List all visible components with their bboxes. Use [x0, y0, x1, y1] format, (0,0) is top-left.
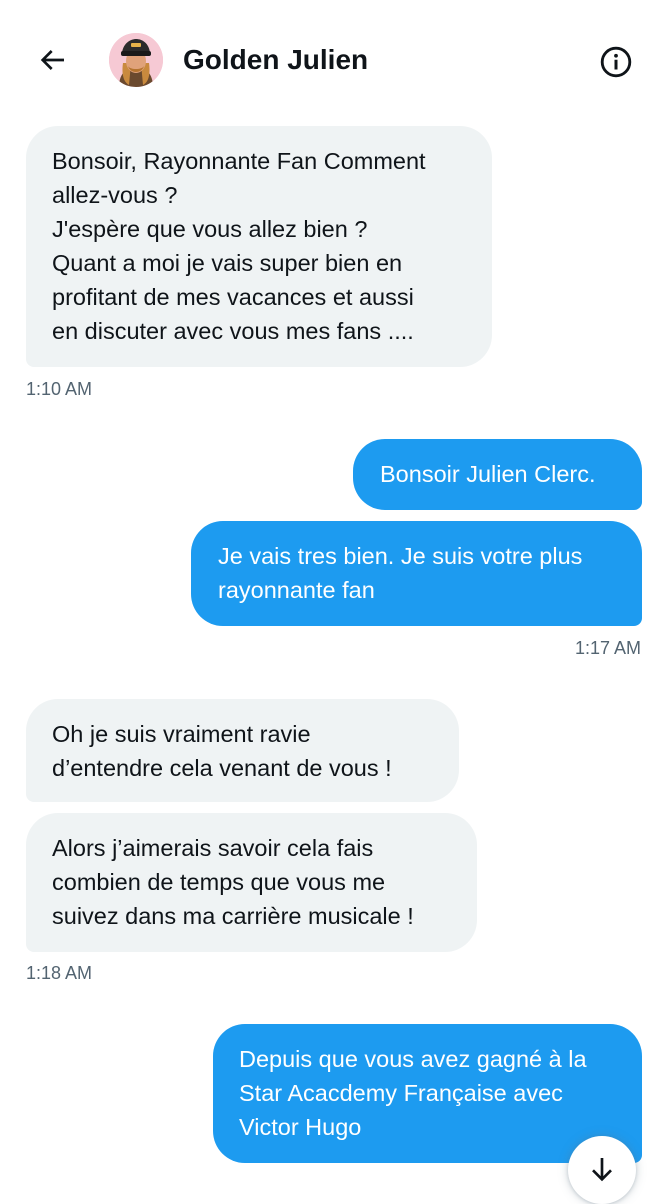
avatar[interactable] — [109, 33, 163, 87]
message-bubble-outgoing[interactable]: Bonsoir Julien Clerc. — [353, 439, 642, 510]
message-bubble-incoming[interactable]: Bonsoir, Rayonnante Fan Comment allez-vo… — [26, 126, 492, 367]
conversation-title: Golden Julien — [183, 44, 369, 75]
message-bubble-incoming[interactable]: Oh je suis vraiment ravie d’entendre cel… — [26, 699, 459, 802]
conversation-header: Golden Julien — [0, 0, 668, 118]
message-timestamp: 1:10 AM — [26, 379, 93, 399]
message-timestamp: 1:18 AM — [26, 963, 93, 983]
scroll-to-bottom-button[interactable] — [568, 1136, 636, 1204]
message-bubble-outgoing[interactable]: Depuis que vous avez gagné à la Star Aca… — [213, 1024, 642, 1163]
message-bubble-outgoing[interactable]: Je vais tres bien. Je suis votre plus ra… — [191, 521, 642, 626]
arrow-down-icon — [592, 1158, 612, 1182]
info-button[interactable] — [594, 40, 638, 84]
info-circle-icon — [600, 46, 632, 78]
avatar-image — [109, 33, 163, 87]
message-timestamp: 1:17 AM — [575, 638, 642, 658]
message-bubble-incoming[interactable]: Alors j’aimerais savoir cela fais combie… — [26, 813, 477, 952]
back-button[interactable] — [30, 38, 74, 82]
arrow-left-icon — [40, 50, 64, 70]
